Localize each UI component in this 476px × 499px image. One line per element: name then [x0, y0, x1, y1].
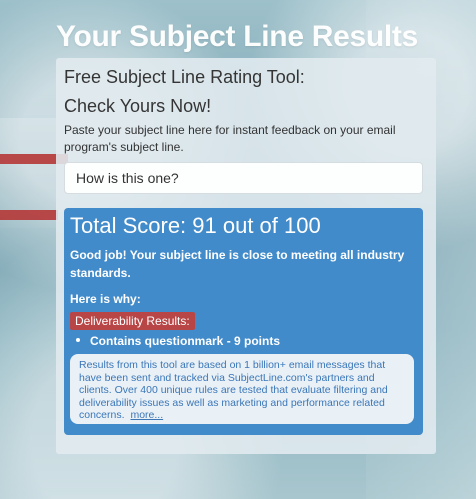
total-score: Total Score: 91 out of 100: [70, 213, 321, 238]
disclaimer-text: Results from this tool are based on 1 bi…: [79, 359, 388, 421]
results-panel: Total Score: 91 out of 100 Good job! You…: [64, 208, 423, 435]
tool-title-line-1: Free Subject Line Rating Tool:: [64, 67, 305, 87]
subject-line-input[interactable]: [64, 162, 423, 194]
result-item: Contains questionmark - 9 points: [76, 332, 280, 350]
tool-instructions: Paste your subject line here for instant…: [64, 123, 396, 154]
disclaimer-box: Results from this tool are based on 1 bi…: [70, 354, 414, 424]
subject-line-tool-panel: Free Subject Line Rating Tool: Check You…: [56, 58, 436, 454]
results-summary: Good job! Your subject line is close to …: [70, 248, 405, 280]
background-red-stripe-bottom: [0, 210, 58, 220]
more-link[interactable]: more...: [130, 409, 163, 421]
bullet-icon: [76, 338, 80, 342]
tool-title-line-2: Check Yours Now!: [64, 96, 212, 116]
deliverability-results-badge: Deliverability Results:: [70, 312, 195, 330]
disclaimer-text-block: Results from this tool are based on 1 bi…: [79, 359, 406, 422]
here-is-why-label: Here is why:: [70, 292, 141, 306]
page-title: Your Subject Line Results: [56, 20, 419, 53]
results-list: Contains questionmark - 9 points: [76, 332, 280, 350]
result-item-text: Contains questionmark - 9 points: [90, 334, 281, 348]
